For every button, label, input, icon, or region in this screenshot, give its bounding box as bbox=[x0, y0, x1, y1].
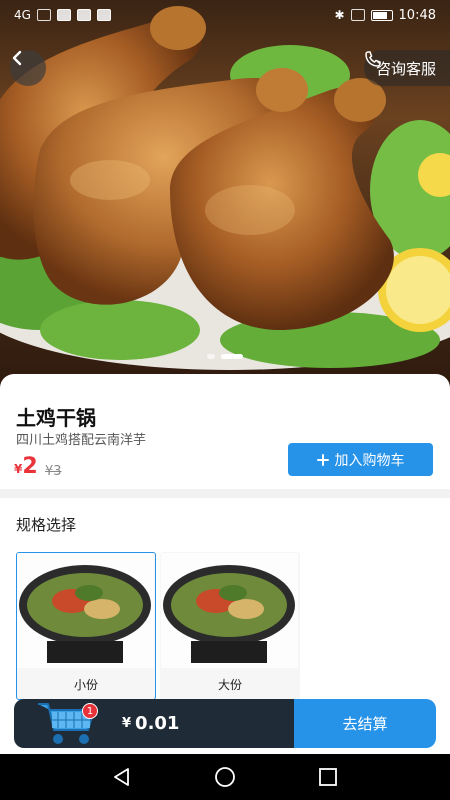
chevron-left-icon bbox=[12, 50, 22, 66]
app-notification-icon bbox=[56, 9, 71, 21]
spec-option-label: 小份 bbox=[73, 678, 98, 692]
plus-icon bbox=[316, 453, 329, 466]
product-title: 土鸡干锅 bbox=[16, 406, 96, 430]
phone-icon bbox=[365, 51, 381, 67]
bluetooth-icon: ✱ bbox=[334, 8, 345, 22]
product-price: ¥ 2 bbox=[14, 454, 38, 479]
vibrate-icon bbox=[350, 9, 365, 21]
network-type: 4G bbox=[14, 8, 31, 22]
wifi-icon bbox=[36, 9, 51, 21]
spec-title: 规格选择 bbox=[16, 516, 77, 534]
app-notification-icon bbox=[96, 9, 111, 21]
spec-option-large[interactable]: 大份 bbox=[160, 552, 300, 700]
cart-total: ¥ 0.01 bbox=[122, 699, 179, 748]
checkout-button[interactable]: 去结算 bbox=[294, 699, 436, 748]
system-navigation-bar bbox=[0, 754, 450, 800]
nav-home-icon[interactable] bbox=[214, 766, 236, 788]
product-image-carousel[interactable]: 4G ✱ 10:48 咨询客服 bbox=[0, 0, 450, 390]
cart-total-value: 0.01 bbox=[135, 713, 180, 734]
spec-option-label: 大份 bbox=[217, 678, 242, 692]
app-notification-icon bbox=[76, 9, 91, 21]
price-value: 2 bbox=[22, 454, 38, 479]
consult-service-button[interactable]: 咨询客服 bbox=[363, 50, 450, 86]
add-to-cart-label: 加入购物车 bbox=[334, 452, 405, 469]
nav-back-icon[interactable] bbox=[111, 766, 133, 788]
cart-count-badge: 1 bbox=[82, 703, 98, 719]
spec-option-image bbox=[17, 553, 154, 668]
back-button[interactable] bbox=[10, 50, 46, 86]
price-currency: ¥ bbox=[14, 462, 23, 476]
product-subtitle: 四川土鸡搭配云南洋芋 bbox=[16, 433, 147, 448]
add-to-cart-button[interactable]: 加入购物车 bbox=[288, 443, 433, 476]
consult-label: 咨询客服 bbox=[375, 59, 436, 78]
carousel-indicator bbox=[0, 354, 450, 359]
spec-option-small[interactable]: 小份 bbox=[16, 552, 156, 700]
product-info-card: 土鸡干锅 四川土鸡搭配云南洋芋 ¥ 2 ¥3 加入购物车 bbox=[0, 374, 450, 489]
cart-currency: ¥ bbox=[122, 716, 132, 731]
original-price: ¥3 bbox=[45, 464, 62, 479]
spec-option-image bbox=[161, 553, 298, 668]
status-right-indicators: ✱ 10:48 bbox=[334, 8, 436, 23]
status-left-indicators: 4G bbox=[14, 8, 111, 22]
status-time: 10:48 bbox=[398, 7, 436, 23]
battery-icon bbox=[370, 9, 393, 21]
nav-recents-icon[interactable] bbox=[317, 766, 339, 788]
carousel-dot-active[interactable] bbox=[221, 354, 243, 359]
carousel-dot[interactable] bbox=[207, 354, 215, 359]
product-detail-page: 4G ✱ 10:48 咨询客服 土鸡干锅 四川土鸡搭配云南洋芋 ¥ 2 ¥3 加… bbox=[0, 0, 450, 800]
status-bar: 4G ✱ 10:48 bbox=[0, 0, 450, 30]
